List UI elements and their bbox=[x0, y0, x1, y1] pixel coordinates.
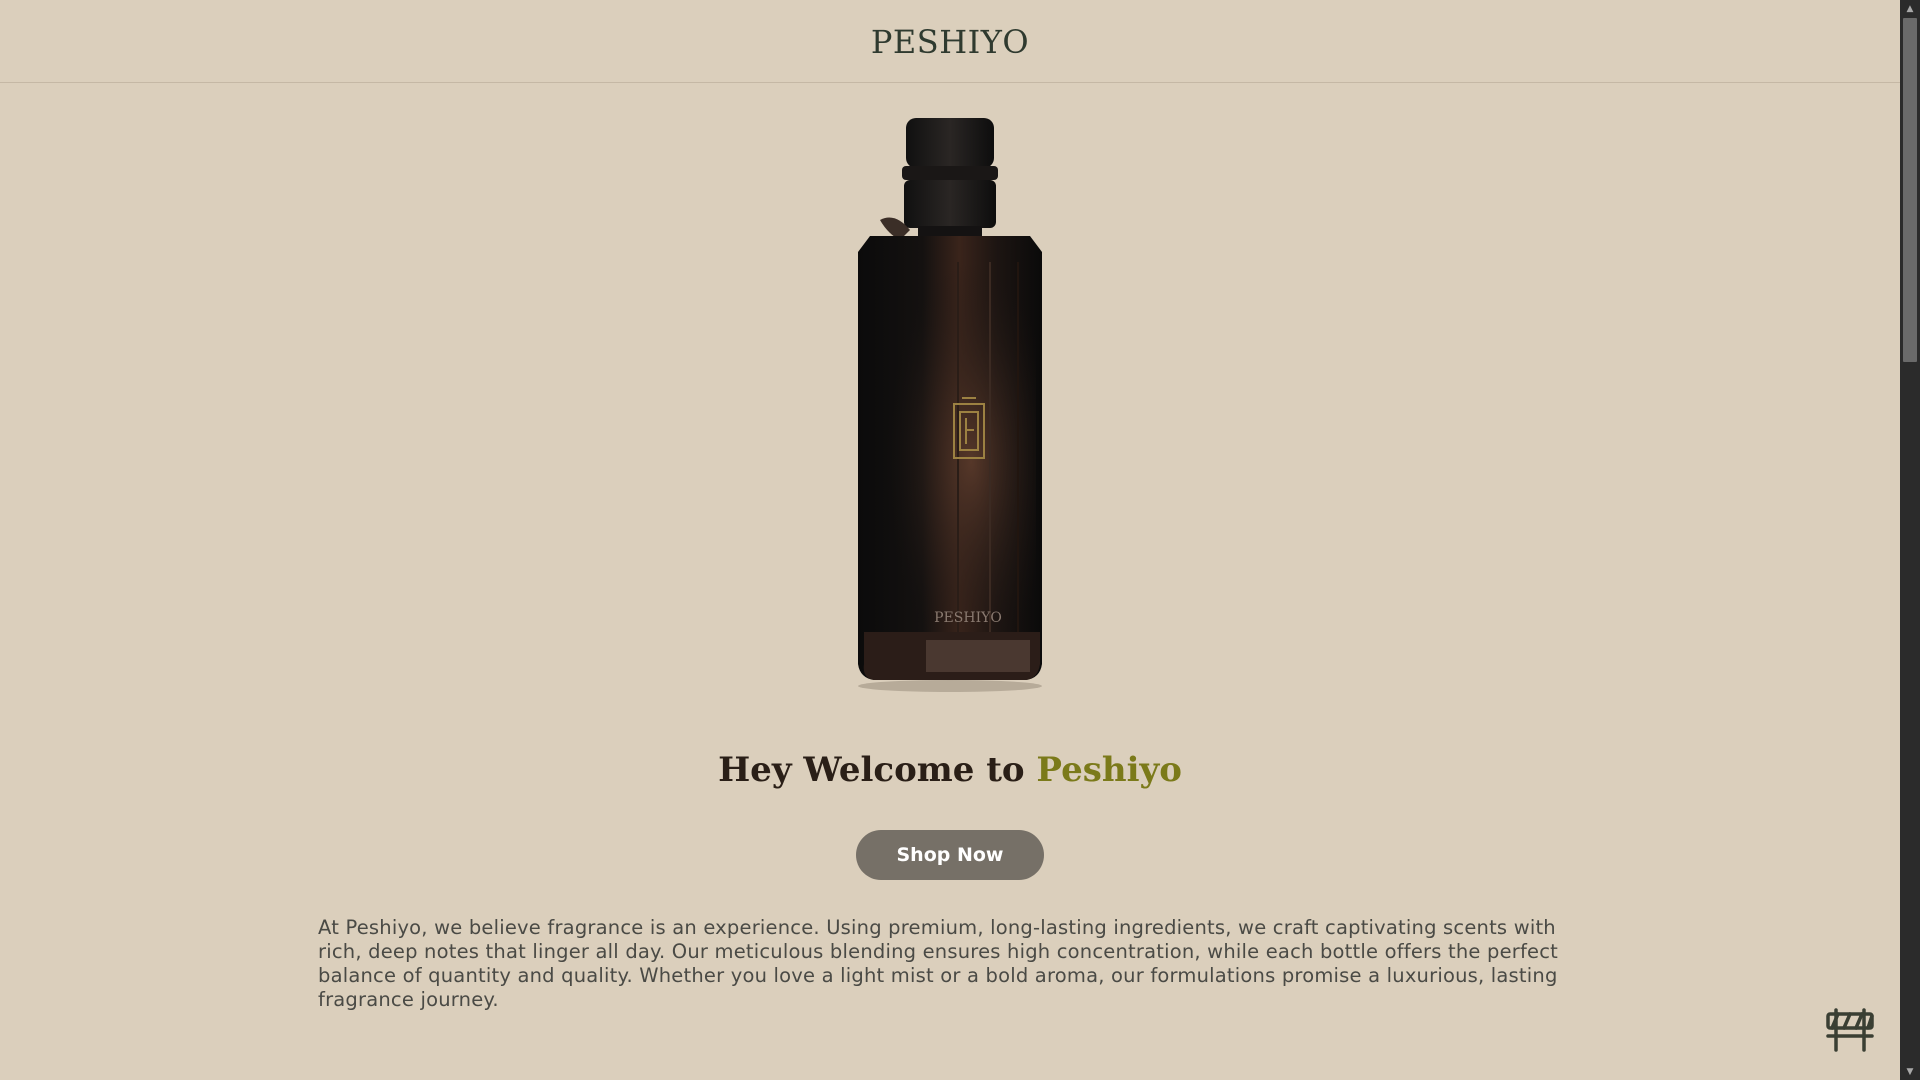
welcome-brand-accent: Peshiyo bbox=[1036, 750, 1182, 790]
brand-logo[interactable]: PESHIYO bbox=[871, 23, 1029, 61]
page: PESHIYO PESHIYO Hey Welcome to Peshiyo S… bbox=[0, 0, 1900, 1080]
hero-perfume-image: PESHIYO bbox=[840, 112, 1060, 692]
construction-barrier-icon[interactable] bbox=[1824, 1006, 1876, 1054]
welcome-heading: Hey Welcome to Peshiyo bbox=[0, 750, 1900, 790]
site-header: PESHIYO bbox=[0, 0, 1900, 83]
scroll-up-arrow-icon[interactable]: ▲ bbox=[1900, 0, 1920, 17]
scroll-thumb[interactable] bbox=[1903, 18, 1917, 362]
vertical-scrollbar[interactable]: ▲ ▼ bbox=[1900, 0, 1920, 1080]
about-paragraph: At Peshiyo, we believe fragrance is an e… bbox=[318, 916, 1559, 1011]
bottle-label: PESHIYO bbox=[934, 610, 1002, 626]
welcome-prefix: Hey Welcome to bbox=[718, 750, 1037, 790]
shop-now-button[interactable]: Shop Now bbox=[856, 830, 1044, 880]
perfume-bottle-illustration: PESHIYO bbox=[858, 118, 1042, 692]
scroll-down-arrow-icon[interactable]: ▼ bbox=[1900, 1063, 1920, 1080]
